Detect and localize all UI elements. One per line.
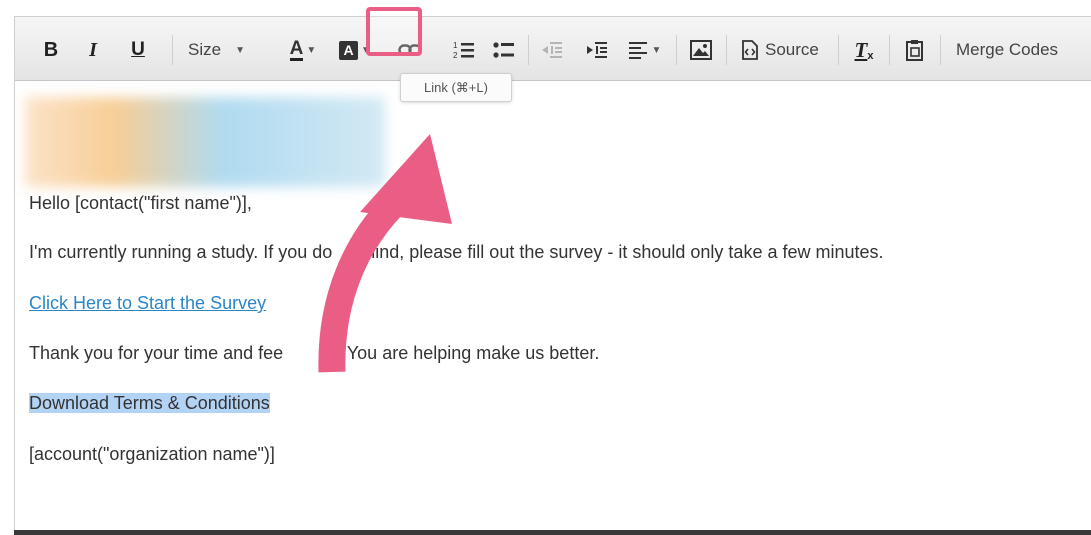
clear-format-x-icon: x: [867, 50, 874, 62]
email-editor: B I U Size ▼ A ▼ A ▼ 1 2 ▼ Source T x Me…: [14, 16, 1091, 531]
underline-button[interactable]: U: [129, 38, 147, 62]
font-size-dropdown[interactable]: Size ▼: [188, 38, 260, 62]
text-color-icon: A: [289, 37, 304, 61]
outdent-icon: [542, 42, 562, 58]
decrease-indent-button[interactable]: [540, 38, 564, 62]
message-end: mind, please fill out the survey - it sh…: [360, 242, 884, 262]
bottom-border: [14, 530, 1091, 535]
indent-icon: [587, 42, 607, 58]
link-tooltip: Link (⌘+L): [400, 73, 512, 102]
bold-icon: B: [43, 38, 59, 61]
blurred-banner-image: [25, 97, 385, 187]
paste-icon: [906, 40, 923, 61]
insert-image-button[interactable]: [689, 38, 713, 62]
svg-text:1: 1: [453, 41, 458, 50]
toolbar-separator: [172, 35, 173, 65]
thanks-end: ck. You are helping make us better.: [319, 343, 600, 363]
chevron-down-icon: ▼: [651, 44, 662, 56]
survey-link-line: Click Here to Start the Survey: [29, 293, 266, 314]
paste-from-word-button[interactable]: [904, 38, 926, 62]
remove-format-button[interactable]: T x: [851, 37, 877, 63]
source-icon: [742, 40, 758, 60]
merge-codes-label: Merge Codes: [956, 40, 1059, 59]
source-label: Source: [765, 40, 819, 59]
merge-codes-dropdown[interactable]: Merge Codes: [956, 38, 1071, 62]
background-color-icon: A: [339, 40, 359, 60]
chevron-down-icon: ▼: [306, 44, 317, 56]
selected-terms-text[interactable]: Download Terms & Conditions: [29, 393, 270, 413]
svg-text:2: 2: [453, 51, 458, 60]
editor-toolbar: B I U Size ▼ A ▼ A ▼ 1 2 ▼ Source T x Me…: [15, 17, 1091, 81]
align-dropdown[interactable]: ▼: [627, 38, 663, 62]
organization-line: [account("organization name")]: [29, 444, 275, 464]
numbered-list-button[interactable]: 1 2: [452, 38, 476, 62]
italic-icon: I: [89, 38, 97, 61]
underline-icon: U: [131, 39, 145, 60]
bulleted-list-button[interactable]: [492, 38, 516, 62]
link-button-highlight: [366, 7, 422, 56]
thanks-start: Thank you for your time and fee: [29, 343, 284, 363]
survey-link[interactable]: Click Here to Start the Survey: [29, 293, 266, 313]
numbered-list-icon: 1 2: [453, 41, 474, 60]
toolbar-separator: [940, 35, 941, 65]
message-line: I'm currently running a study. If you do…: [29, 242, 884, 263]
chevron-down-icon: ▼: [235, 44, 245, 56]
align-left-icon: [628, 42, 647, 59]
greeting-line: Hello [contact("first name")],: [29, 193, 252, 213]
bulleted-list-icon: [493, 42, 514, 58]
toolbar-separator: [726, 35, 727, 65]
toolbar-separator: [528, 35, 529, 65]
text-color-button[interactable]: A ▼: [285, 38, 321, 62]
increase-indent-button[interactable]: [585, 38, 609, 62]
italic-button[interactable]: I: [85, 38, 101, 62]
thanks-line: Thank you for your time and fee ck. You a…: [29, 343, 599, 364]
toolbar-separator: [838, 35, 839, 65]
terms-line: Download Terms & Conditions: [29, 393, 270, 414]
clear-format-icon: T: [854, 37, 868, 62]
source-button[interactable]: Source: [741, 38, 829, 62]
image-icon: [690, 40, 712, 60]
toolbar-separator: [676, 35, 677, 65]
toolbar-separator: [889, 35, 890, 65]
font-size-label: Size: [188, 40, 222, 59]
bold-button[interactable]: B: [43, 38, 59, 62]
message-start: I'm currently running a study. If you do: [29, 242, 333, 262]
